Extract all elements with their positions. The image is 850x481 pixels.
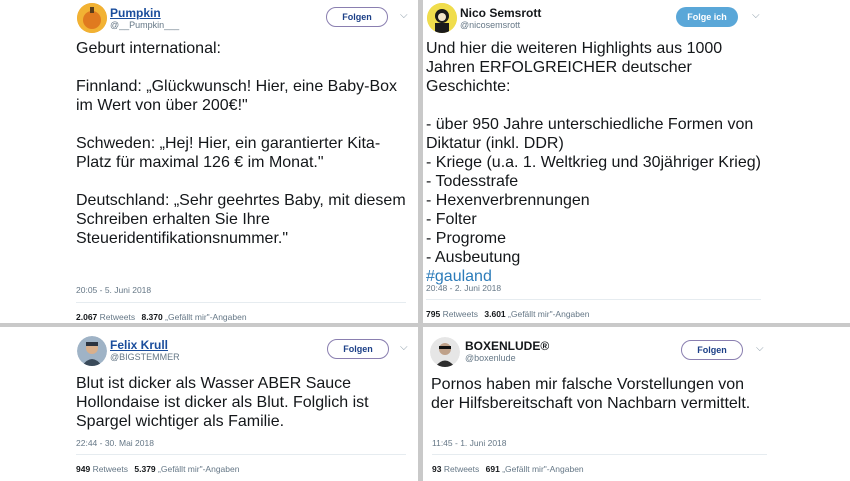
retweet-count[interactable]: 2.067 <box>76 312 97 322</box>
retweet-label: Retweets <box>99 312 136 322</box>
chevron-down-icon[interactable]: ⌵ <box>752 10 760 21</box>
author-name[interactable]: Felix Krull <box>110 338 168 352</box>
divider <box>76 454 406 455</box>
tweet-stats: 949 Retweets 5.379 „Gefällt mir"-Angaben <box>76 464 239 474</box>
tweet-stats: 795 Retweets 3.601 „Gefällt mir"-Angaben <box>426 309 589 319</box>
tweet-stats: 93 Retweets 691 „Gefällt mir"-Angaben <box>432 464 584 474</box>
avatar[interactable] <box>77 336 107 366</box>
divider <box>76 302 406 303</box>
tweet-text: Geburt international: Finnland: „Glückwu… <box>76 40 406 247</box>
retweet-count[interactable]: 93 <box>432 464 441 474</box>
like-label: „Gefällt mir"-Angaben <box>165 312 247 322</box>
tweet-text: Pornos haben mir falsche Vorstellungen v… <box>431 376 751 412</box>
tweet-timestamp[interactable]: 20:48 - 2. Juni 2018 <box>426 283 501 293</box>
follow-button[interactable]: Folgen <box>326 7 388 27</box>
tweet-card: Pumpkin @__Pumpkin___ Folgen ⌵ Geburt in… <box>0 0 418 323</box>
chevron-down-icon[interactable]: ⌵ <box>756 343 764 354</box>
following-button[interactable]: Folge ich <box>676 7 738 27</box>
tweet-card: BOXENLUDE® @boxenlude Folgen ⌵ Pornos ha… <box>423 327 850 481</box>
horizontal-divider <box>0 323 850 327</box>
like-label: „Gefällt mir"-Angaben <box>508 309 590 319</box>
like-count[interactable]: 8.370 <box>141 312 162 322</box>
follow-button[interactable]: Folgen <box>681 340 743 360</box>
author-name[interactable]: BOXENLUDE® <box>465 339 549 353</box>
tweet-body: Und hier die weiteren Highlights aus 100… <box>426 40 761 266</box>
retweet-label: Retweets <box>92 464 128 474</box>
tweet-text: Blut ist dicker als Wasser ABER Sauce Ho… <box>76 375 369 430</box>
retweet-count[interactable]: 949 <box>76 464 90 474</box>
tweet-card: Nico Semsrott @nicosemsrott Folge ich ⌵ … <box>423 0 850 323</box>
like-label: „Gefällt mir"-Angaben <box>502 464 584 474</box>
like-count[interactable]: 3.601 <box>484 309 505 319</box>
like-label: „Gefällt mir"-Angaben <box>158 464 240 474</box>
tweet-timestamp[interactable]: 20:05 - 5. Juni 2018 <box>76 285 151 295</box>
like-count[interactable]: 5.379 <box>134 464 155 474</box>
avatar[interactable] <box>427 3 457 33</box>
author-name[interactable]: Pumpkin <box>110 6 161 20</box>
vertical-divider <box>418 0 423 481</box>
divider <box>426 299 761 300</box>
chevron-down-icon[interactable]: ⌵ <box>400 342 408 353</box>
author-handle[interactable]: @__Pumpkin___ <box>110 20 179 30</box>
avatar[interactable] <box>430 337 460 367</box>
retweet-count[interactable]: 795 <box>426 309 440 319</box>
author-name[interactable]: Nico Semsrott <box>460 6 541 20</box>
author-handle[interactable]: @BIGSTEMMER <box>110 352 180 362</box>
tweet-text: Und hier die weiteren Highlights aus 100… <box>426 39 761 286</box>
retweet-label: Retweets <box>442 309 478 319</box>
like-count[interactable]: 691 <box>486 464 500 474</box>
tweet-stats: 2.067 Retweets 8.370 „Gefällt mir"-Angab… <box>76 312 247 322</box>
avatar[interactable] <box>77 3 107 33</box>
tweet-card: Felix Krull @BIGSTEMMER Folgen ⌵ Blut is… <box>0 327 418 481</box>
tweet-timestamp[interactable]: 22:44 - 30. Mai 2018 <box>76 438 154 448</box>
divider <box>432 454 767 455</box>
follow-button[interactable]: Folgen <box>327 339 389 359</box>
retweet-label: Retweets <box>443 464 480 474</box>
tweet-timestamp[interactable]: 11:45 - 1. Juni 2018 <box>432 438 507 448</box>
author-handle[interactable]: @boxenlude <box>465 353 516 363</box>
chevron-down-icon[interactable]: ⌵ <box>400 10 408 21</box>
author-handle[interactable]: @nicosemsrott <box>460 20 520 30</box>
